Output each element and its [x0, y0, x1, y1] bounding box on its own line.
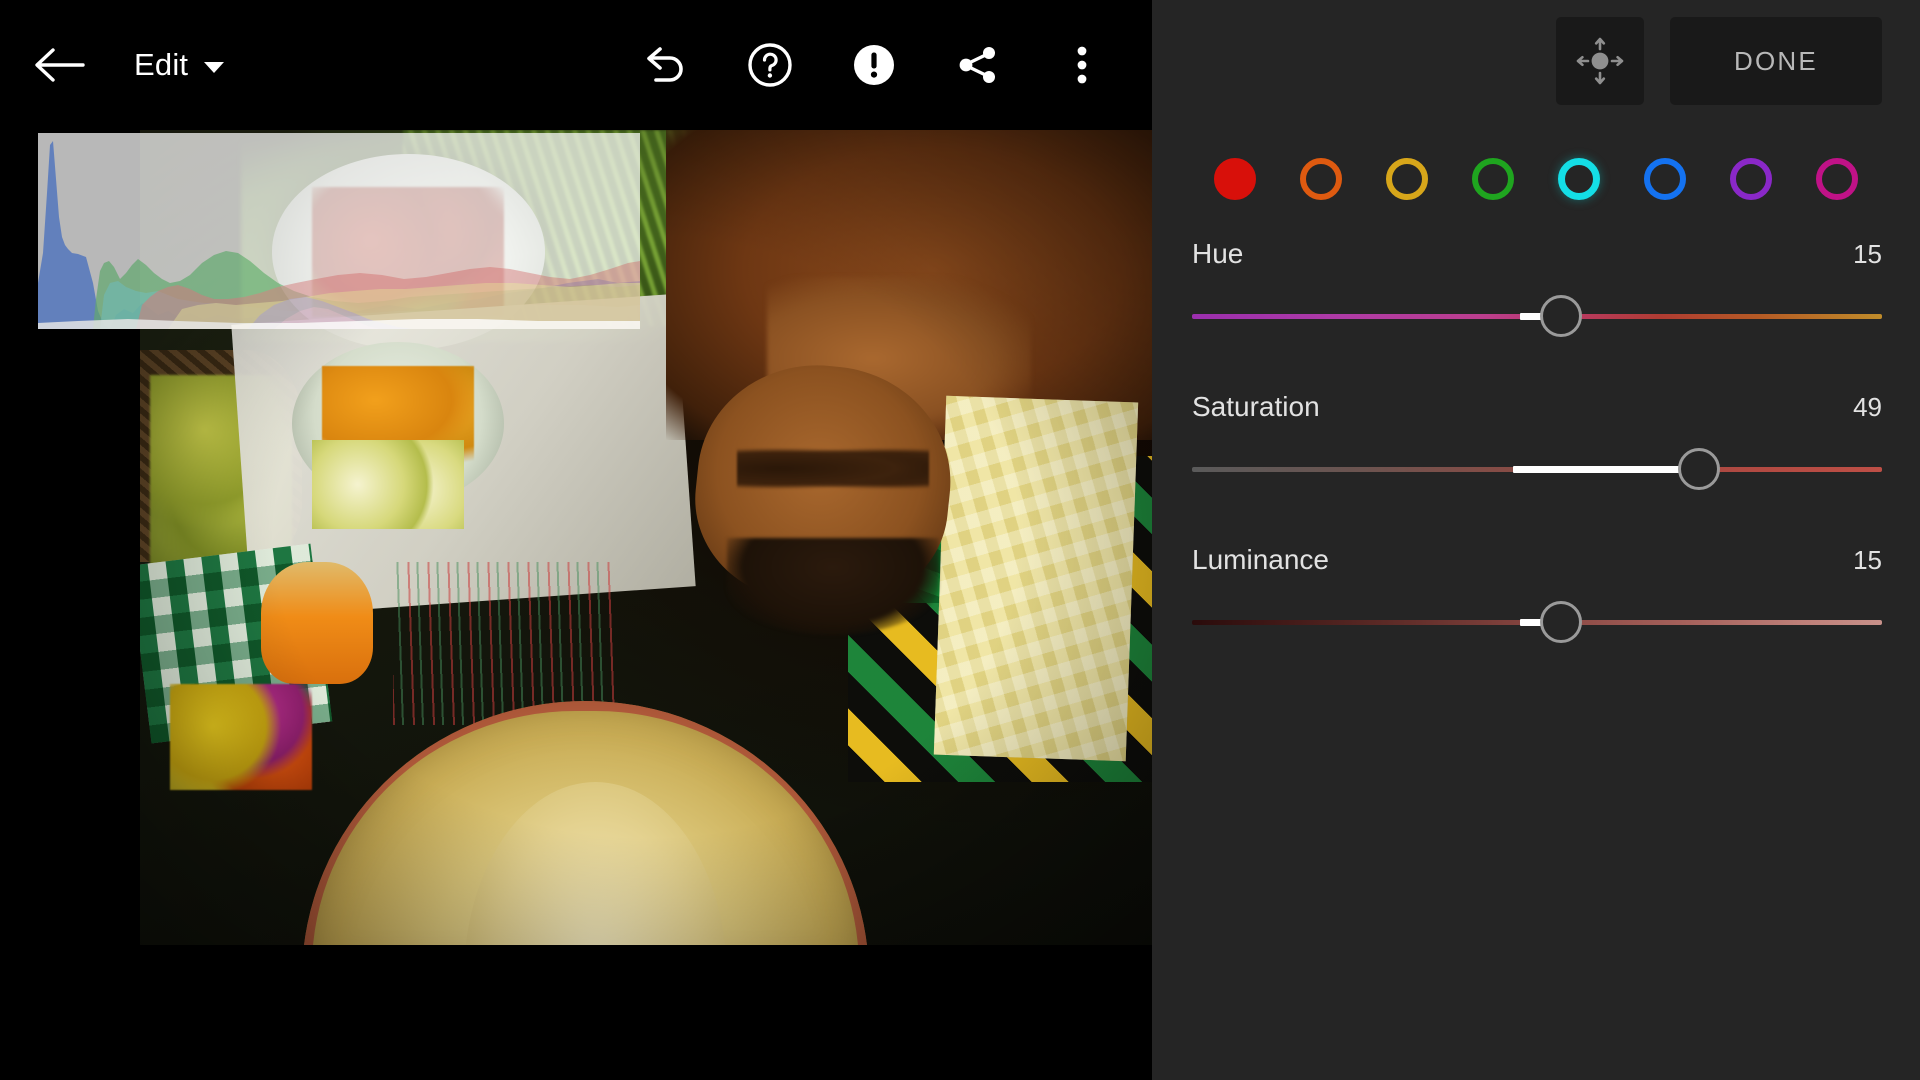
- slider-thumb-hue[interactable]: [1540, 295, 1583, 337]
- slider-header-luminance: Luminance 15: [1192, 544, 1882, 576]
- overflow-menu-button[interactable]: [1052, 35, 1112, 95]
- overflow-menu-icon: [1077, 46, 1087, 84]
- photo-editor-app: Edit DONE Hue 15 Saturation 49 Luminance…: [0, 0, 1920, 1080]
- undo-button[interactable]: [636, 35, 696, 95]
- photo-image: [140, 130, 1152, 945]
- slider-track-saturation[interactable]: [1192, 448, 1882, 490]
- targeted-adjustment-icon: [1576, 37, 1624, 85]
- slider-label-saturation: Saturation: [1192, 391, 1320, 422]
- done-button[interactable]: DONE: [1670, 17, 1882, 105]
- edit-mode-dropdown[interactable]: Edit: [134, 47, 225, 83]
- panel-header: DONE: [1152, 0, 1920, 122]
- color-swatch-row: [1192, 150, 1880, 208]
- slider-value-luminance: 15: [1853, 545, 1882, 575]
- editor-canvas-area: Edit: [0, 0, 1152, 1080]
- slider-block-hue: Hue 15: [1192, 238, 1882, 337]
- color-swatch-yellow[interactable]: [1364, 150, 1450, 208]
- slider-value-saturation: 49: [1853, 392, 1882, 422]
- info-button[interactable]: [844, 35, 904, 95]
- swatch-ring-blue: [1644, 158, 1686, 200]
- slider-block-saturation: Saturation 49: [1192, 391, 1882, 490]
- slider-thumb-luminance[interactable]: [1540, 601, 1583, 643]
- swatch-ring-magenta: [1816, 158, 1858, 200]
- swatch-ring-green: [1472, 158, 1514, 200]
- color-swatch-aqua[interactable]: [1536, 150, 1622, 208]
- slider-label-luminance: Luminance: [1192, 544, 1329, 575]
- color-swatch-green[interactable]: [1450, 150, 1536, 208]
- info-icon: [854, 45, 894, 85]
- help-button[interactable]: [740, 35, 800, 95]
- slider-label-hue: Hue: [1192, 238, 1244, 269]
- color-swatch-purple[interactable]: [1708, 150, 1794, 208]
- toolbar-right-group: [636, 35, 1152, 95]
- arrow-left-icon: [35, 48, 85, 82]
- slider-thumb-saturation[interactable]: [1678, 448, 1721, 490]
- color-swatch-magenta[interactable]: [1794, 150, 1880, 208]
- edit-mode-label: Edit: [134, 47, 189, 82]
- swatch-ring-yellow: [1386, 158, 1428, 200]
- slider-header-hue: Hue 15: [1192, 238, 1882, 270]
- swatch-ring-red: [1214, 158, 1256, 200]
- chevron-down-icon: [204, 61, 225, 73]
- slider-block-luminance: Luminance 15: [1192, 544, 1882, 643]
- color-mix-panel: DONE Hue 15 Saturation 49 Luminance 15: [1152, 0, 1920, 1080]
- color-swatch-blue[interactable]: [1622, 150, 1708, 208]
- slider-track-hue[interactable]: [1192, 295, 1882, 337]
- slider-header-saturation: Saturation 49: [1192, 391, 1882, 423]
- color-swatch-orange[interactable]: [1278, 150, 1364, 208]
- swatch-ring-aqua: [1558, 158, 1600, 200]
- help-icon: [748, 43, 792, 87]
- slider-track-luminance[interactable]: [1192, 601, 1882, 643]
- editor-toolbar: Edit: [0, 0, 1152, 130]
- back-button[interactable]: [26, 32, 92, 98]
- swatch-ring-orange: [1300, 158, 1342, 200]
- share-icon: [959, 47, 995, 83]
- photo-preview[interactable]: [140, 130, 1152, 945]
- undo-icon: [647, 47, 683, 82]
- share-button[interactable]: [948, 35, 1008, 95]
- swatch-ring-purple: [1730, 158, 1772, 200]
- slider-value-hue: 15: [1853, 239, 1882, 269]
- toolbar-left-group: Edit: [0, 32, 225, 98]
- color-swatch-red[interactable]: [1192, 150, 1278, 208]
- targeted-adjustment-button[interactable]: [1556, 17, 1644, 105]
- slider-fill-saturation: [1512, 465, 1700, 473]
- slider-list: Hue 15 Saturation 49 Luminance 15: [1192, 238, 1882, 697]
